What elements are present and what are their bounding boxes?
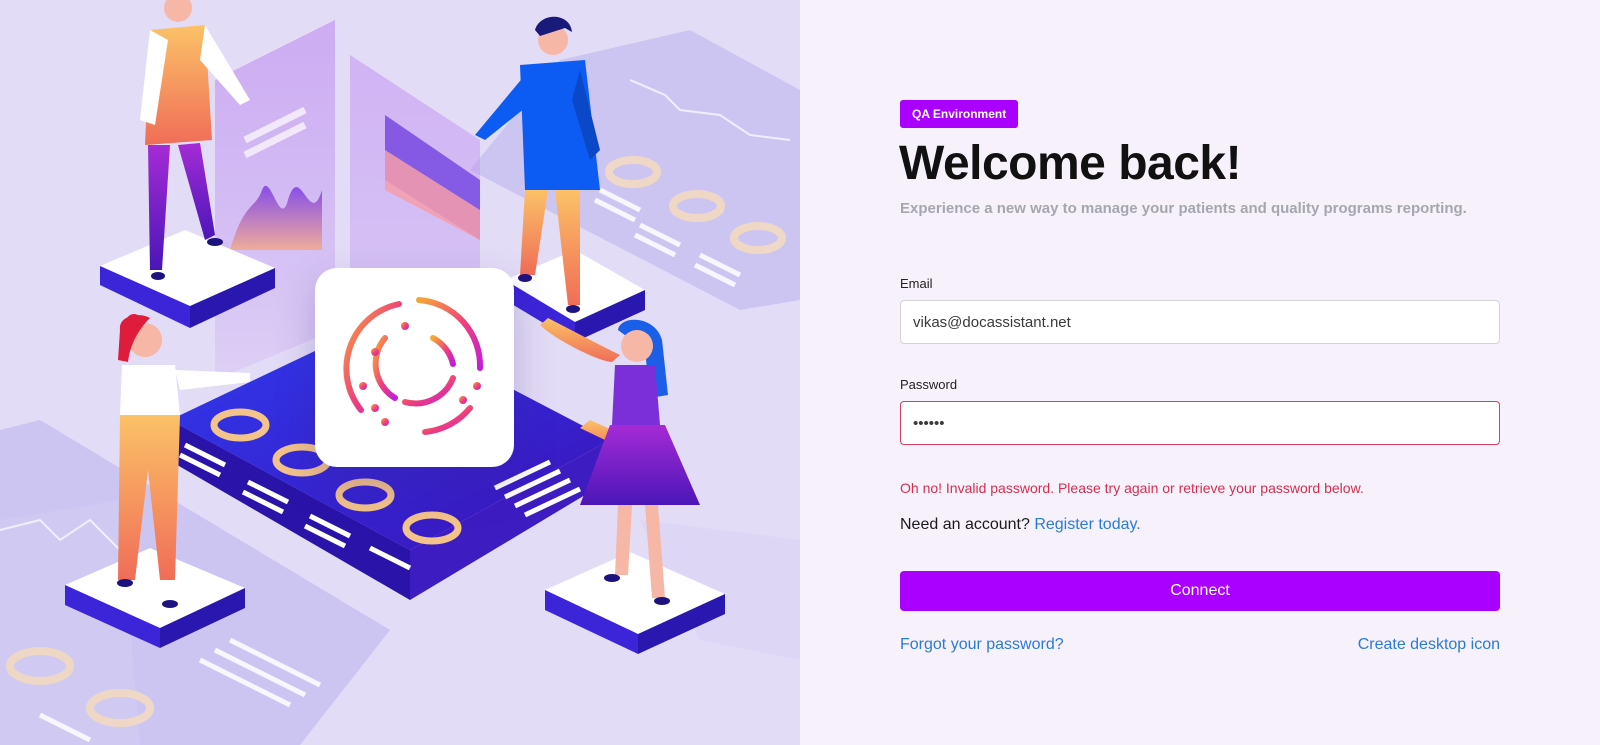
register-link[interactable]: Register today. <box>1034 516 1140 533</box>
circular-dots-logo-icon <box>343 297 484 435</box>
app-logo-card <box>315 268 514 467</box>
environment-badge: QA Environment <box>900 100 1019 128</box>
create-desktop-icon-link[interactable]: Create desktop icon <box>1358 636 1500 654</box>
password-label: Password <box>900 377 958 392</box>
page-title: Welcome back! <box>899 137 1242 190</box>
hero-illustration <box>0 0 800 745</box>
register-prompt: Need an account? Register today. <box>900 516 1141 534</box>
page-subtitle: Experience a new way to manage your pati… <box>900 200 1467 217</box>
forgot-password-link[interactable]: Forgot your password? <box>900 636 1064 654</box>
password-field[interactable] <box>900 401 1500 445</box>
email-label: Email <box>900 276 933 291</box>
login-panel: QA Environment Welcome back! Experience … <box>800 0 1600 745</box>
connect-button[interactable]: Connect <box>900 571 1500 611</box>
password-error-message: Oh no! Invalid password. Please try agai… <box>900 480 1364 496</box>
need-account-text: Need an account? <box>900 516 1030 533</box>
email-field[interactable] <box>900 300 1500 344</box>
